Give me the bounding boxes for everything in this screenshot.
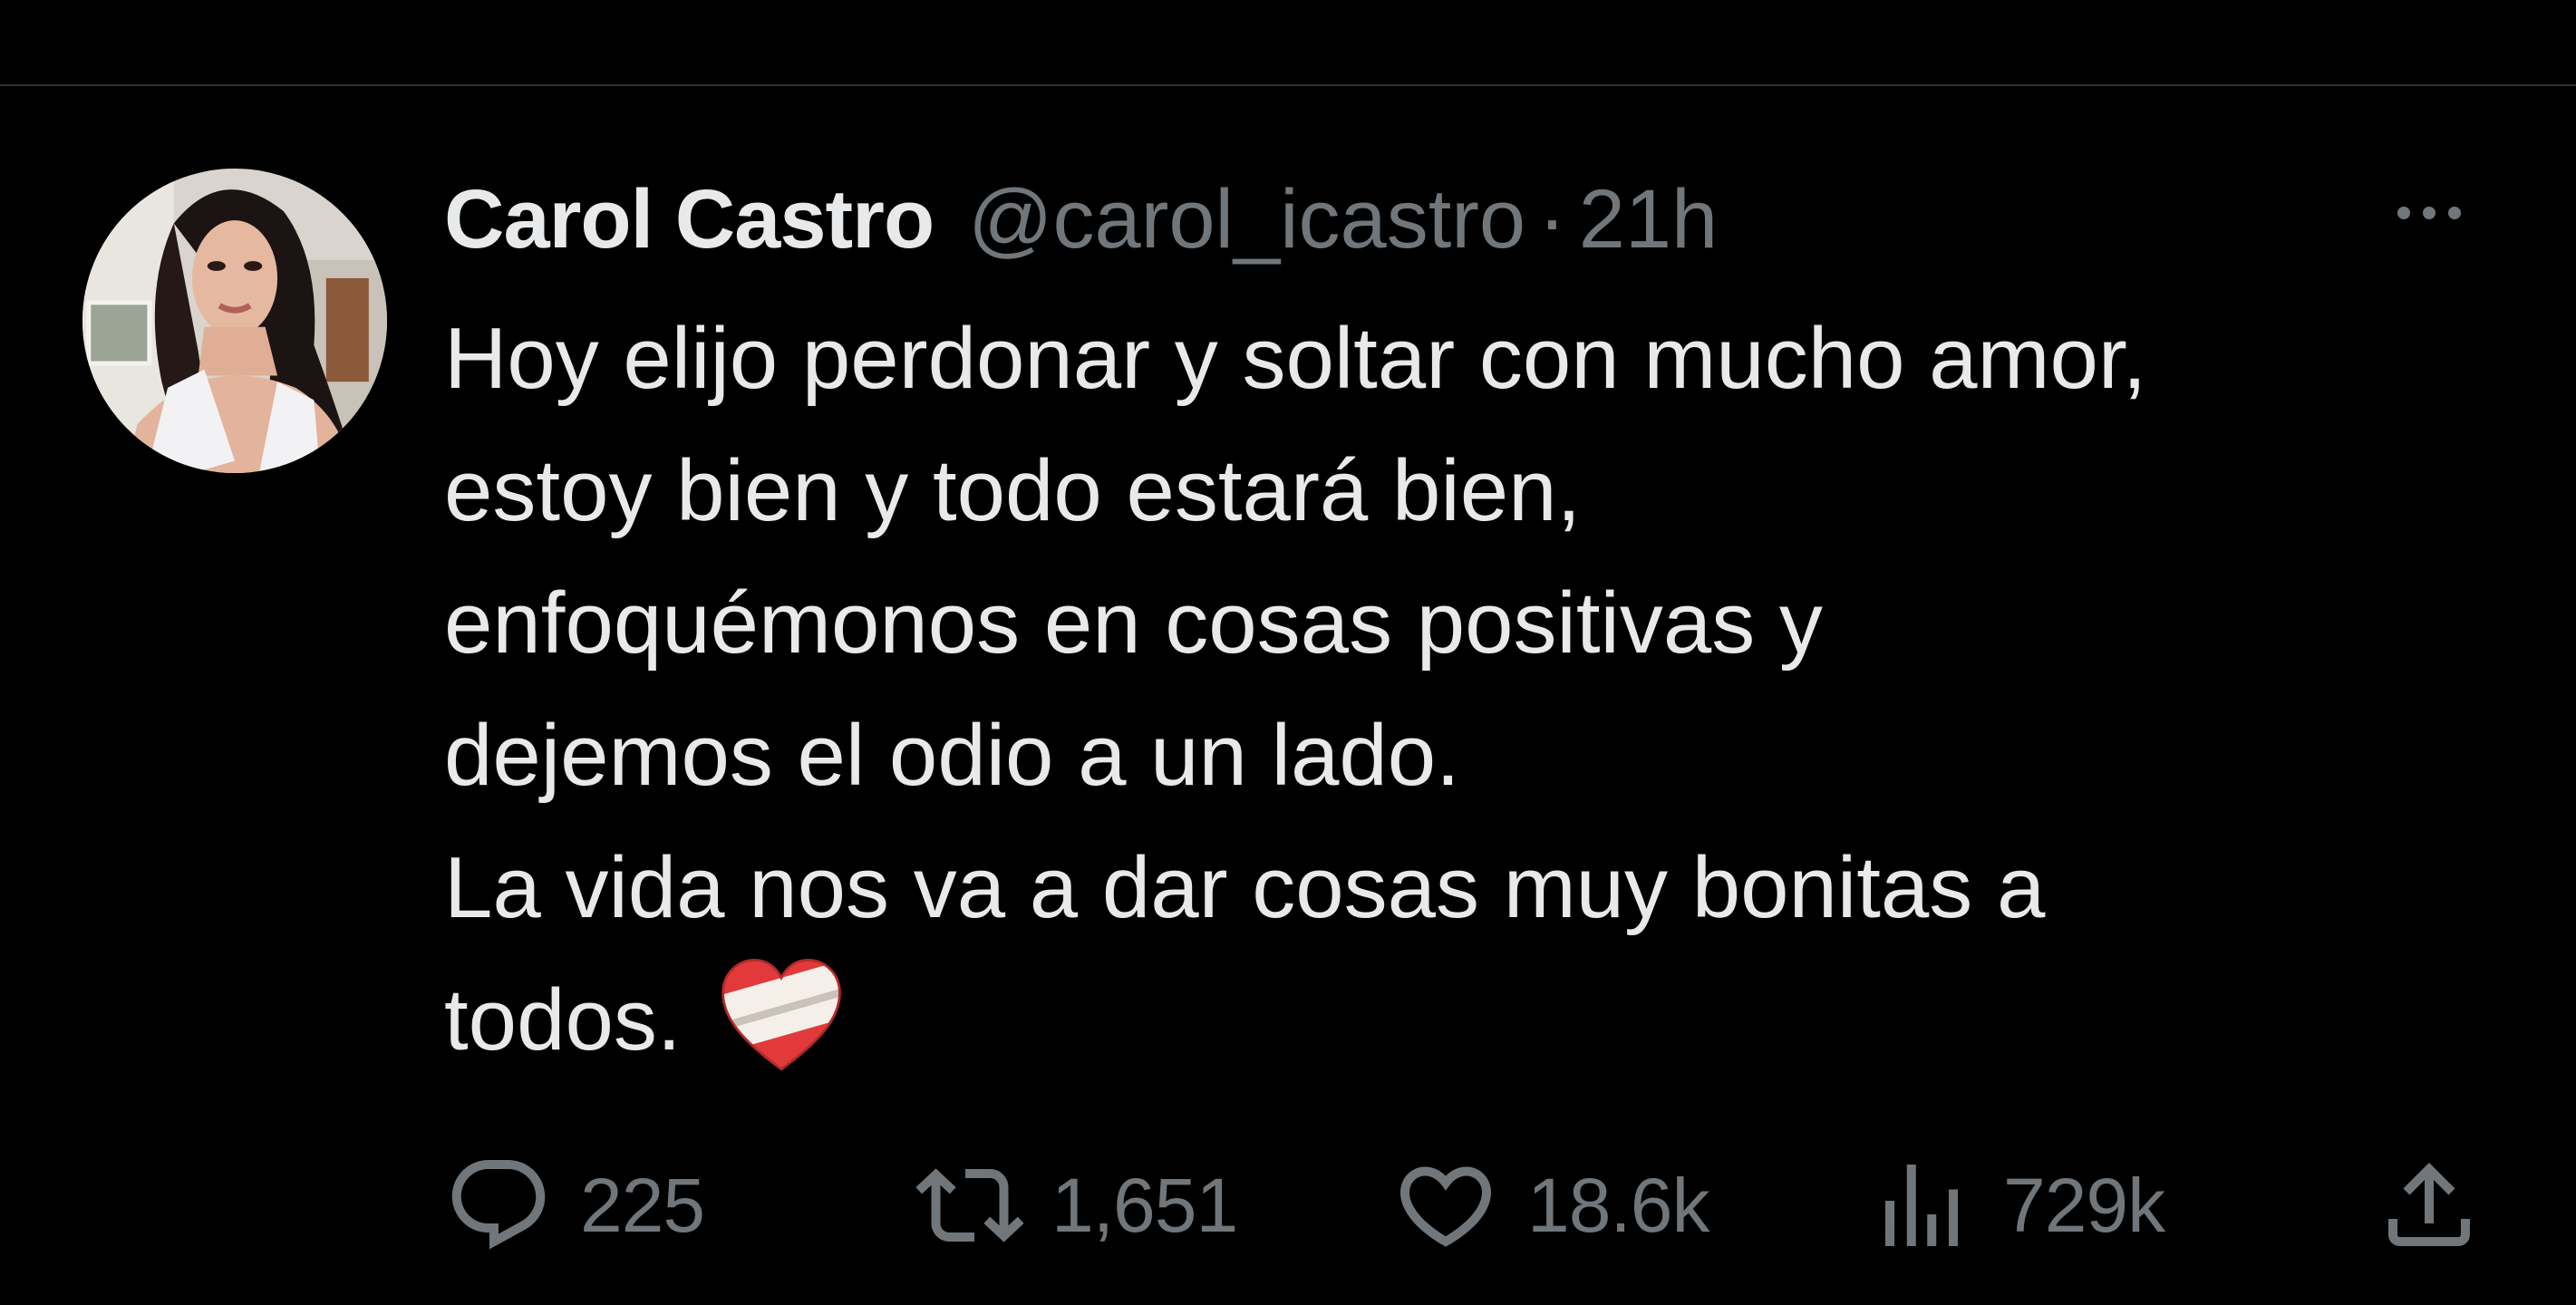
tweet-timestamp[interactable]: 21h (1579, 172, 1719, 267)
tweet-text-line: La vida nos va a dar cosas muy bonitas a (444, 839, 2046, 936)
views-icon (1867, 1151, 1976, 1260)
more-options-button[interactable] (2375, 190, 2484, 236)
tweet-text-line: Hoy elijo perdonar y soltar con mucho am… (444, 310, 2147, 407)
separator-dot: · (1538, 172, 1566, 266)
mending-heart-icon (718, 952, 845, 1079)
avatar[interactable] (82, 169, 387, 473)
tweet-card[interactable]: Carol Castro @carol_icastro · 21h Hoy el… (0, 86, 2576, 1305)
retweet-icon (915, 1151, 1024, 1260)
like-icon (1391, 1151, 1500, 1260)
more-icon (2397, 207, 2461, 219)
tweet-text-line: enfoquémonos en cosas positivas y (444, 575, 1823, 672)
share-icon (2375, 1151, 2484, 1260)
views-button[interactable]: 729k (1867, 1146, 2165, 1264)
like-button[interactable]: 18.6k (1391, 1146, 1709, 1264)
reply-icon (444, 1151, 553, 1260)
like-count: 18.6k (1527, 1162, 1709, 1248)
retweet-button[interactable]: 1,651 (915, 1146, 1238, 1264)
avatar-image (82, 169, 387, 473)
reply-button[interactable]: 225 (444, 1146, 705, 1264)
tweet-text-line: dejemos el odio a un lado. (444, 707, 1460, 804)
tweet-text-line: estoy bien y todo estará bien, (444, 442, 1582, 539)
tweet-header: Carol Castro @carol_icastro · 21h (444, 169, 1718, 269)
tweet-text-last-line: todos. (444, 954, 2520, 1090)
author-display-name[interactable]: Carol Castro (444, 172, 935, 267)
tweet-text-line: todos. (444, 972, 682, 1068)
retweet-count: 1,651 (1051, 1162, 1238, 1248)
tweet-text: Hoy elijo perdonar y soltar con mucho am… (444, 293, 2520, 1090)
tweet-actions: 225 1,651 18.6k 729k (0, 1146, 2576, 1264)
views-count: 729k (2003, 1162, 2165, 1248)
share-button[interactable] (2375, 1146, 2484, 1264)
reply-count: 225 (580, 1162, 705, 1248)
author-handle[interactable]: @carol_icastro (968, 172, 1525, 267)
